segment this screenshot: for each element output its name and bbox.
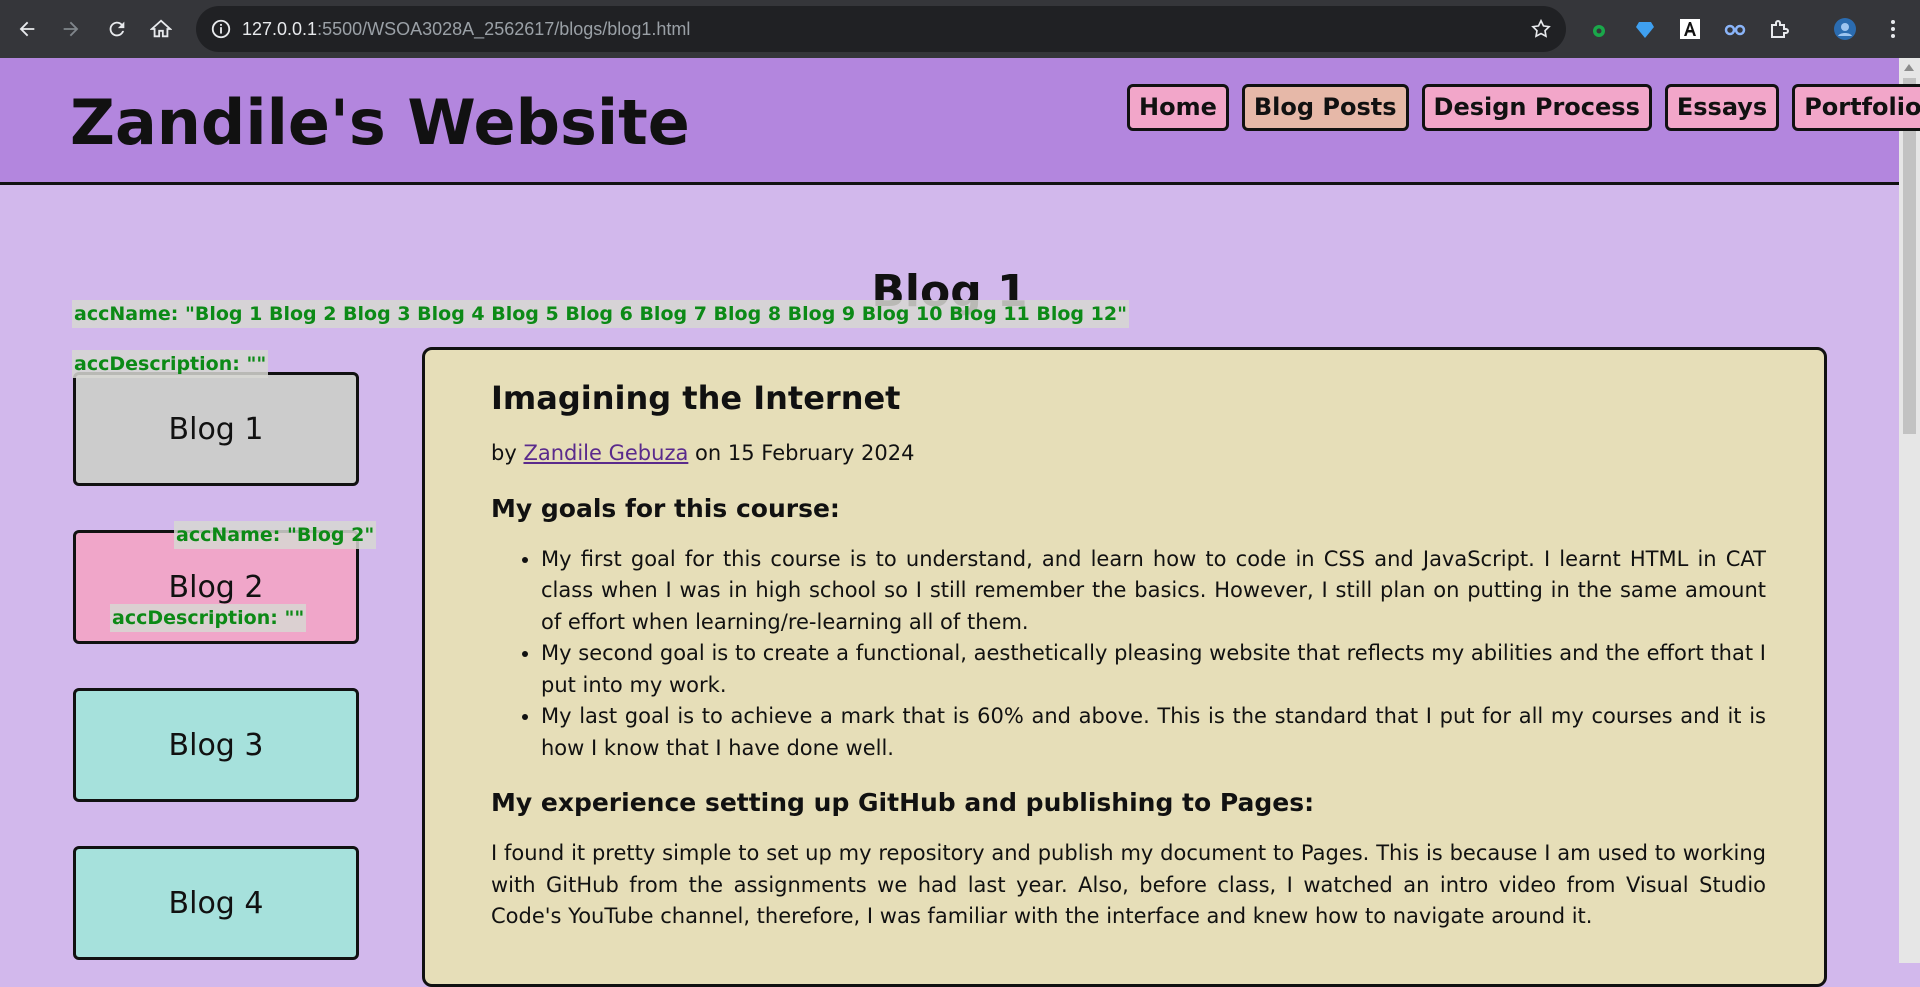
profile-avatar-icon[interactable]	[1832, 16, 1858, 42]
blog-link-label: Blog 4	[168, 885, 264, 921]
blog-article: Imagining the Internet by Zandile Gebuza…	[422, 347, 1827, 987]
reload-icon[interactable]	[102, 14, 132, 44]
github-paragraph: I found it pretty simple to set up my re…	[491, 841, 1766, 928]
scroll-up-arrow[interactable]	[1904, 64, 1914, 71]
extensions-puzzle-icon[interactable]	[1767, 16, 1793, 42]
blog-link-3[interactable]: Blog 3	[73, 688, 359, 802]
address-bar[interactable]: 127.0.0.1:5500/WSOA3028A_2562617/blogs/b…	[196, 6, 1566, 52]
page-scrollbar[interactable]	[1899, 58, 1920, 963]
acc-list-description-label: accDescription: ""	[72, 350, 269, 378]
github-heading: My experience setting up GitHub and publ…	[491, 788, 1315, 817]
site-title: Zandile's Website	[70, 86, 690, 159]
back-icon[interactable]	[12, 14, 42, 44]
nav-design-process[interactable]: Design Process	[1421, 84, 1652, 131]
forward-icon[interactable]	[56, 14, 86, 44]
extension-green-icon[interactable]	[1586, 16, 1612, 42]
site-header: Zandile's Website Home Blog Posts Design…	[0, 58, 1920, 185]
article-content: Imagining the Internet by Zandile Gebuza…	[491, 376, 1766, 933]
byline-prefix: by	[491, 441, 517, 465]
nav-home[interactable]: Home	[1127, 84, 1229, 131]
home-icon[interactable]	[146, 14, 176, 44]
goals-list: My first goal for this course is to unde…	[491, 544, 1766, 765]
browser-menu-icon[interactable]	[1880, 16, 1906, 42]
url-text[interactable]: 127.0.0.1:5500/WSOA3028A_2562617/blogs/b…	[242, 19, 690, 40]
bookmark-star-icon[interactable]	[1530, 18, 1552, 40]
byline-date: on 15 February 2024	[695, 441, 915, 465]
blog-link-label: Blog 1	[168, 411, 264, 447]
acc-item-description-label: accDescription: ""	[110, 604, 307, 632]
url-host: 127.0.0.1	[242, 19, 318, 39]
nav-essays[interactable]: Essays	[1664, 84, 1780, 131]
extension-gem-icon[interactable]	[1632, 16, 1658, 42]
goals-heading: My goals for this course:	[491, 493, 840, 523]
nav-portfolio[interactable]: Portfolio	[1792, 84, 1920, 131]
site-info-icon[interactable]	[210, 18, 232, 40]
acc-item-name-label: accName: "Blog 2"	[174, 521, 377, 549]
scroll-thumb[interactable]	[1903, 78, 1916, 434]
blog-link-label: Blog 2	[168, 569, 264, 605]
url-path: :5500/WSOA3028A_2562617/blogs/blog1.html	[317, 19, 691, 39]
extension-glasses-icon[interactable]	[1722, 16, 1748, 42]
main-nav: Home Blog Posts Design Process Essays Po…	[1127, 84, 1920, 131]
extension-font-icon[interactable]	[1677, 16, 1703, 42]
goal-item: My first goal for this course is to unde…	[541, 544, 1766, 639]
blog-link-1[interactable]: Blog 1	[73, 372, 359, 486]
author-link[interactable]: Zandile Gebuza	[523, 441, 688, 465]
nav-blog-posts[interactable]: Blog Posts	[1241, 84, 1409, 131]
blog-link-label: Blog 3	[168, 727, 264, 763]
acc-list-name-label: accName: "Blog 1 Blog 2 Blog 3 Blog 4 Bl…	[72, 300, 1129, 328]
goal-item: My last goal is to achieve a mark that i…	[541, 701, 1766, 764]
article-title: Imagining the Internet	[491, 379, 901, 417]
article-byline: by Zandile Gebuza on 15 February 2024	[491, 438, 1766, 470]
browser-toolbar: 127.0.0.1:5500/WSOA3028A_2562617/blogs/b…	[0, 0, 1920, 58]
blog-link-4[interactable]: Blog 4	[73, 846, 359, 960]
goal-item: My second goal is to create a functional…	[541, 638, 1766, 701]
